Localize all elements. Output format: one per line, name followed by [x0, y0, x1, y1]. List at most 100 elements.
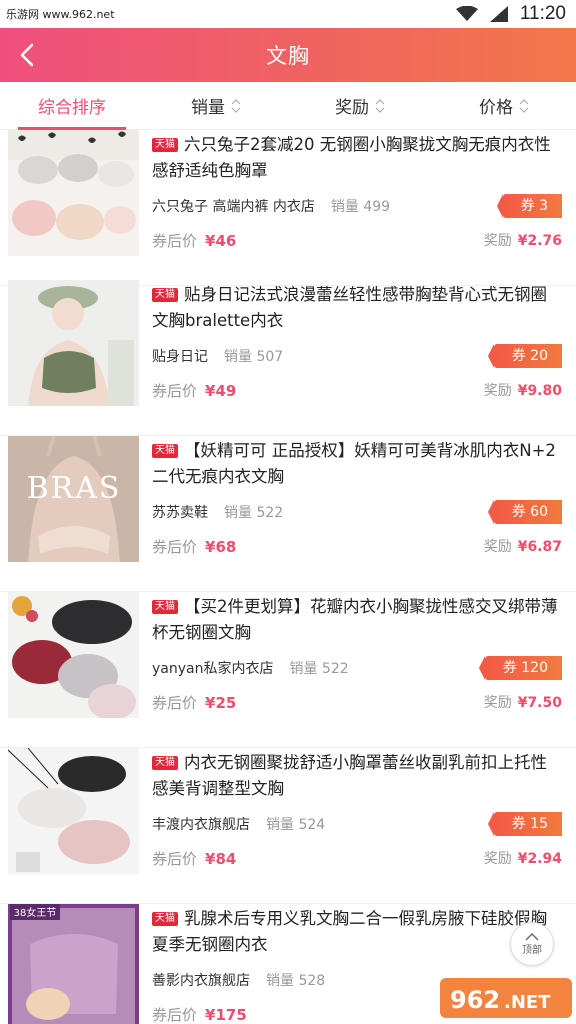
tmall-badge: 天猫	[152, 756, 178, 770]
price-value: ¥84	[205, 850, 237, 868]
tmall-badge: 天猫	[152, 912, 178, 926]
product-title[interactable]: 天猫 内衣无钢圈聚拢舒适小胸罩蕾丝收副乳前扣上托性感美背调整型文胸	[152, 750, 562, 802]
shop-name: 贴身日记	[152, 349, 208, 365]
svg-text:962: 962	[450, 986, 500, 1014]
sort-tabs: 综合排序 销量 奖励 价格	[0, 82, 576, 130]
product-item[interactable]: 天猫 贴身日记法式浪漫蕾丝轻性感带胸垫背心式无钢圈文胸bralette内衣 贴身日…	[0, 280, 576, 436]
reward-value: ¥6.87	[517, 539, 562, 555]
svg-text:.NET: .NET	[504, 992, 551, 1013]
reward-row: 奖励 ¥7.50	[484, 692, 562, 712]
back-to-top-button[interactable]: 顶部	[510, 922, 554, 966]
chevron-up-icon	[525, 932, 539, 940]
coupon-badge[interactable]: 券 15	[487, 812, 562, 836]
signal-icon	[489, 6, 508, 22]
after-coupon-label: 券后价	[152, 850, 198, 868]
shop-name: 善影内衣旗舰店	[152, 973, 250, 989]
tab-comprehensive[interactable]: 综合排序	[0, 82, 144, 130]
after-coupon-label: 券后价	[152, 382, 198, 400]
reward-row: 奖励 ¥9.80	[484, 380, 562, 400]
status-time: 11:20	[519, 3, 566, 24]
reward-row: 奖励 ¥2.76	[484, 230, 562, 250]
product-title[interactable]: 天猫 【妖精可可 正品授权】妖精可可美背冰肌内衣N+2二代无痕内衣文胸	[152, 438, 562, 490]
shop-name: yanyan私家内衣店	[152, 661, 274, 677]
product-title[interactable]: 天猫 【买2件更划算】花瓣内衣小胸聚拢性感交叉绑带薄杯无钢圈文胸	[152, 594, 562, 646]
sales-count: 销量 528	[266, 973, 326, 989]
shop-row: 苏苏卖鞋 销量 522	[152, 502, 283, 522]
product-title[interactable]: 天猫 乳腺术后专用义乳文胸二合一假乳房腋下硅胶假胸夏季无钢圈内衣	[152, 906, 562, 958]
price-row: 券后价 ¥68	[152, 536, 236, 557]
product-title-text: 【买2件更划算】花瓣内衣小胸聚拢性感交叉绑带薄杯无钢圈文胸	[152, 597, 558, 642]
reward-value: ¥9.80	[517, 383, 562, 399]
watermark-text: 乐游网 www.962.net	[6, 8, 115, 21]
product-image[interactable]	[8, 592, 139, 718]
price-value: ¥49	[205, 382, 237, 400]
sales-count: 销量 522	[224, 505, 284, 521]
product-image[interactable]: BRAS	[8, 436, 139, 562]
product-image-art: BRAS	[8, 436, 139, 562]
price-value: ¥25	[205, 694, 237, 712]
product-image[interactable]	[8, 280, 139, 406]
shop-row: 贴身日记 销量 507	[152, 346, 283, 366]
coupon-badge[interactable]: 券 120	[478, 656, 562, 680]
reward-label: 奖励	[483, 851, 512, 867]
tmall-badge: 天猫	[152, 288, 178, 302]
site-watermark-logo: 962 .NET	[440, 978, 572, 1018]
tab-label: 销量	[191, 98, 225, 118]
price-row: 券后价 ¥25	[152, 692, 236, 713]
tab-sales[interactable]: 销量	[144, 82, 288, 129]
shop-row: yanyan私家内衣店 销量 522	[152, 658, 349, 678]
product-title-text: 【妖精可可 正品授权】妖精可可美背冰肌内衣N+2二代无痕内衣文胸	[152, 441, 556, 486]
product-image-art	[8, 130, 139, 256]
product-list: 天猫 六只兔子2套减20 无钢圈小胸聚拢文胸无痕内衣性感舒适纯色胸罩 六只兔子 高…	[0, 130, 576, 1024]
tmall-badge: 天猫	[152, 138, 178, 152]
price-row: 券后价 ¥84	[152, 848, 236, 869]
product-item[interactable]: BRAS 天猫 【妖精可可 正品授权】妖精可可美背冰肌内衣N+2二代无痕内衣文胸 …	[0, 436, 576, 592]
tab-price[interactable]: 价格	[432, 82, 576, 129]
price-value: ¥46	[205, 232, 237, 250]
promo-tag-text: 38女王节	[14, 906, 57, 919]
back-arrow-icon[interactable]	[14, 40, 42, 70]
after-coupon-label: 券后价	[152, 694, 198, 712]
shop-row: 善影内衣旗舰店 销量 528	[152, 970, 325, 990]
product-title-text: 乳腺术后专用义乳文胸二合一假乳房腋下硅胶假胸夏季无钢圈内衣	[152, 909, 547, 954]
tab-label: 奖励	[335, 98, 369, 118]
price-row: 券后价 ¥46	[152, 230, 236, 251]
coupon-badge[interactable]: 券 60	[487, 500, 562, 524]
product-image-art	[8, 592, 139, 718]
product-item[interactable]: 天猫 内衣无钢圈聚拢舒适小胸罩蕾丝收副乳前扣上托性感美背调整型文胸 丰渡内衣旗舰店…	[0, 748, 576, 904]
product-image-art: 38女王节	[8, 904, 139, 1024]
tmall-badge: 天猫	[152, 444, 178, 458]
tab-label: 综合排序	[38, 98, 106, 118]
sales-count: 销量 522	[289, 661, 349, 677]
shop-name: 苏苏卖鞋	[152, 505, 208, 521]
product-title[interactable]: 天猫 贴身日记法式浪漫蕾丝轻性感带胸垫背心式无钢圈文胸bralette内衣	[152, 282, 562, 334]
tab-label: 价格	[479, 98, 513, 118]
product-image[interactable]: 38女王节	[8, 904, 139, 1024]
reward-value: ¥2.94	[517, 851, 562, 867]
sort-chevron-icon	[231, 98, 241, 113]
sales-count: 销量 499	[330, 199, 391, 215]
product-image-art	[8, 280, 139, 406]
sort-chevron-icon	[375, 98, 385, 113]
app-header: 文胸	[0, 28, 576, 82]
product-image[interactable]	[8, 130, 139, 256]
product-title-text: 贴身日记法式浪漫蕾丝轻性感带胸垫背心式无钢圈文胸bralette内衣	[152, 285, 547, 330]
product-item[interactable]: 天猫 【买2件更划算】花瓣内衣小胸聚拢性感交叉绑带薄杯无钢圈文胸 yanyan私家…	[0, 592, 576, 748]
page-title: 文胸	[266, 44, 310, 68]
shop-name: 丰渡内衣旗舰店	[152, 817, 250, 833]
status-bar: 乐游网 www.962.net 11:20	[0, 0, 576, 28]
coupon-badge[interactable]: 券 3	[496, 194, 562, 218]
product-item[interactable]: 天猫 六只兔子2套减20 无钢圈小胸聚拢文胸无痕内衣性感舒适纯色胸罩 六只兔子 高…	[0, 130, 576, 286]
product-title[interactable]: 天猫 六只兔子2套减20 无钢圈小胸聚拢文胸无痕内衣性感舒适纯色胸罩	[152, 132, 562, 184]
tab-reward[interactable]: 奖励	[288, 82, 432, 129]
reward-value: ¥2.76	[517, 233, 562, 249]
price-row: 券后价 ¥49	[152, 380, 236, 401]
reward-value: ¥7.50	[517, 695, 562, 711]
tmall-badge: 天猫	[152, 600, 178, 614]
wifi-icon	[455, 6, 478, 21]
sales-count: 销量 507	[224, 349, 284, 365]
coupon-badge[interactable]: 券 20	[487, 344, 562, 368]
product-image[interactable]	[8, 748, 139, 874]
reward-label: 奖励	[483, 233, 512, 249]
reward-row: 奖励 ¥2.94	[484, 848, 562, 868]
